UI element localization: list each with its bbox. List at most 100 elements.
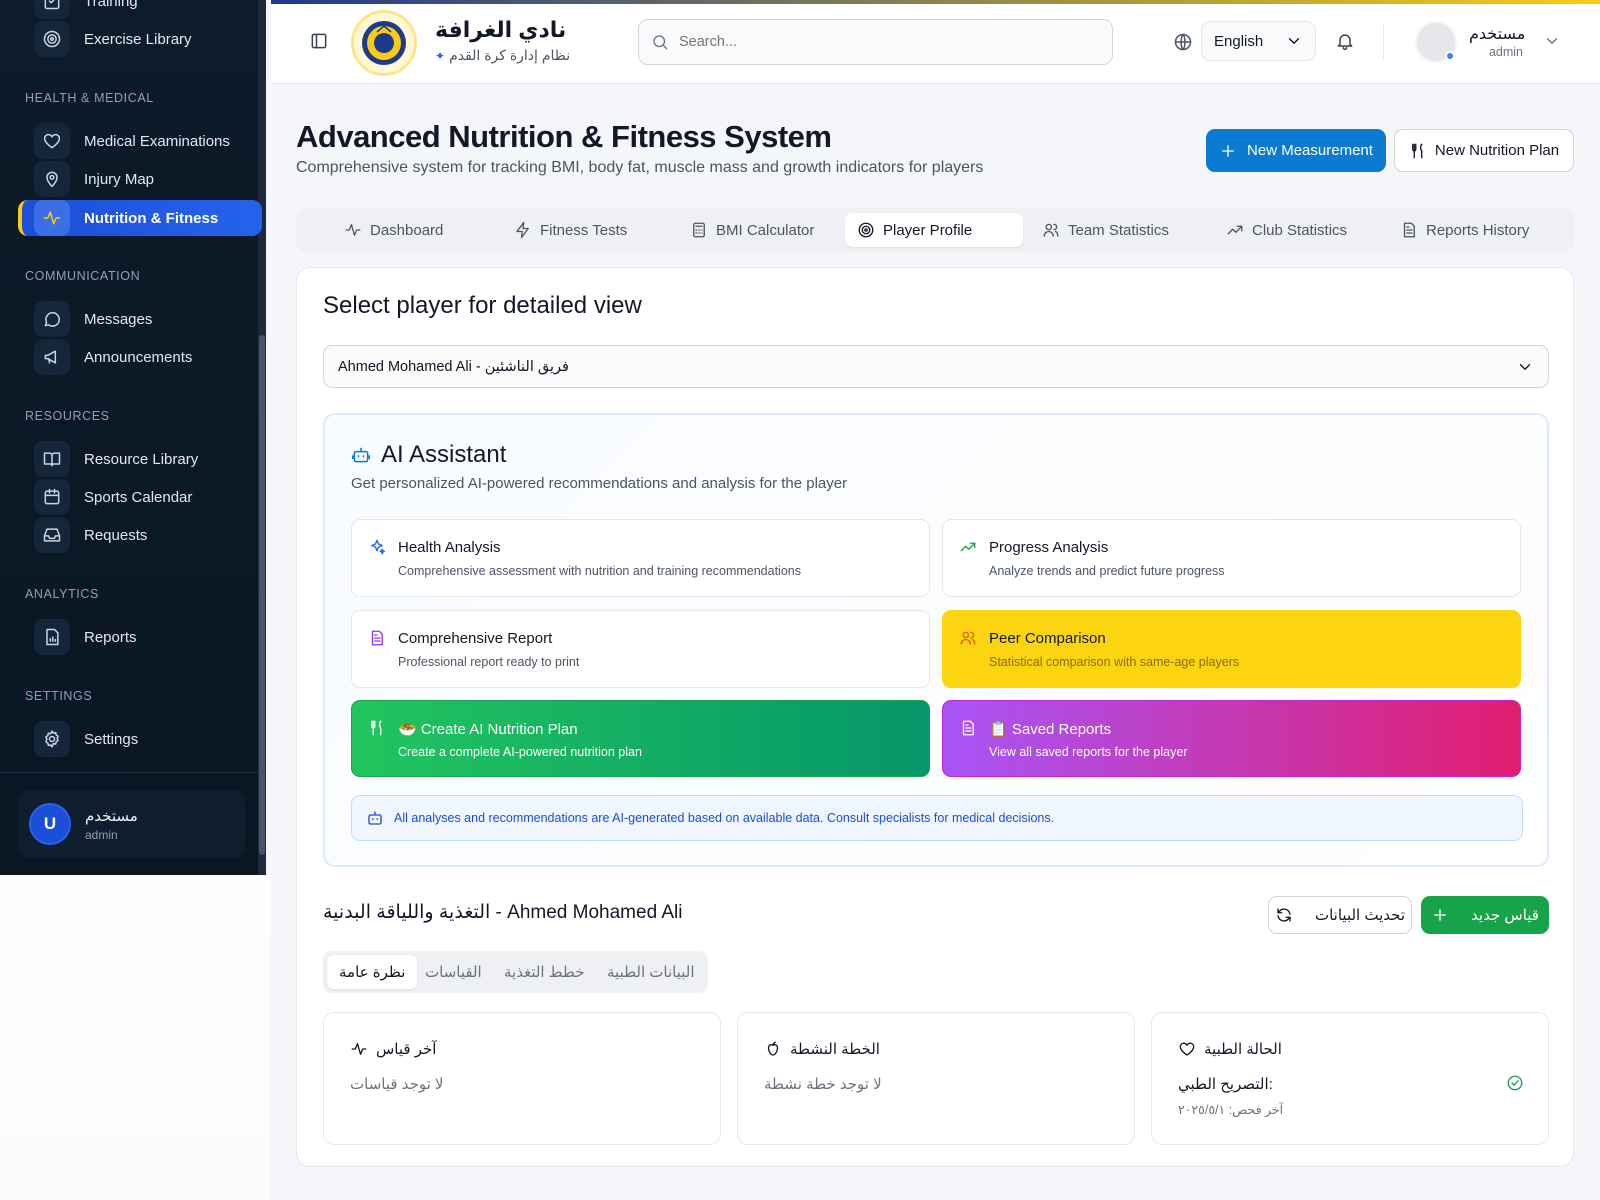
card-title: الخطة النشطة bbox=[790, 1041, 880, 1058]
heart-icon bbox=[1178, 1040, 1196, 1058]
comprehensive-report-button[interactable]: Comprehensive Report Professional report… bbox=[351, 610, 930, 688]
header-divider bbox=[1383, 24, 1384, 60]
sidebar-item-requests[interactable]: Requests bbox=[18, 517, 262, 553]
new-nutrition-plan-button[interactable]: New Nutrition Plan bbox=[1394, 129, 1574, 172]
target-icon bbox=[857, 221, 875, 239]
sidebar-item-injury-map[interactable]: Injury Map bbox=[18, 161, 262, 197]
megaphone-icon bbox=[34, 339, 70, 375]
tab-reports-history[interactable]: Reports History bbox=[1388, 213, 1541, 247]
main-content: Advanced Nutrition & Fitness System Comp… bbox=[271, 84, 1600, 1200]
header-user-name[interactable]: مستخدم bbox=[1469, 24, 1525, 44]
tab-dashboard[interactable]: Dashboard bbox=[332, 213, 455, 247]
search-input[interactable] bbox=[679, 34, 1079, 50]
tile-description: Statistical comparison with same-age pla… bbox=[989, 655, 1240, 669]
sidebar-item-settings[interactable]: Settings bbox=[18, 721, 262, 757]
language-select[interactable]: English bbox=[1201, 21, 1316, 61]
new-measurement-ar-button[interactable]: قياس جديد bbox=[1421, 896, 1549, 934]
activity-icon bbox=[34, 200, 70, 236]
sidebar-item-announcements[interactable]: Announcements bbox=[18, 339, 262, 375]
map-pin-icon bbox=[34, 161, 70, 197]
tab-label: Dashboard bbox=[370, 221, 444, 239]
plus-icon bbox=[1219, 142, 1237, 160]
refresh-data-button[interactable]: تحديث البيانات bbox=[1268, 896, 1412, 934]
chevron-down-icon[interactable] bbox=[1543, 32, 1561, 50]
bot-icon bbox=[366, 809, 384, 827]
sidebar-section-resources: RESOURCES bbox=[25, 409, 110, 423]
calendar-icon bbox=[34, 479, 70, 515]
tile-title: 📋 Saved Reports bbox=[989, 721, 1112, 738]
globe-icon bbox=[1173, 32, 1193, 52]
top-header: نادي الغرافة ✦ نظام إدارة كرة القدم Engl… bbox=[271, 0, 1600, 84]
subtab-overview[interactable]: نظرة عامة bbox=[327, 955, 418, 989]
tab-team-statistics[interactable]: Team Statistics bbox=[1030, 213, 1181, 247]
sidebar-user-name: مستخدم bbox=[85, 807, 138, 825]
bell-icon[interactable] bbox=[1335, 31, 1355, 51]
sidebar-item-resource-library[interactable]: Resource Library bbox=[18, 441, 262, 477]
card-header: آخر قياس bbox=[350, 1040, 436, 1058]
lightning-icon bbox=[514, 221, 532, 239]
card-header: الخطة النشطة bbox=[764, 1040, 880, 1058]
sidebar-item-training[interactable]: Training bbox=[18, 0, 262, 19]
sparkle-icon: ✦ bbox=[435, 48, 446, 63]
saved-reports-button[interactable]: 📋 Saved Reports View all saved reports f… bbox=[942, 700, 1521, 777]
player-profile-card: Select player for detailed view Ahmed Mo… bbox=[296, 267, 1574, 1167]
message-circle-icon bbox=[34, 301, 70, 337]
sidebar-item-reports[interactable]: Reports bbox=[18, 619, 262, 655]
search-bar[interactable] bbox=[638, 19, 1113, 65]
empty-area bbox=[0, 875, 271, 1200]
sidebar-item-messages[interactable]: Messages bbox=[18, 301, 262, 337]
tab-club-statistics[interactable]: Club Statistics bbox=[1214, 213, 1359, 247]
create-ai-nutrition-plan-button[interactable]: 🥗 Create AI Nutrition Plan Create a comp… bbox=[351, 700, 930, 777]
sidebar-scrollbar-thumb[interactable] bbox=[259, 335, 265, 855]
sidebar-section-health: HEALTH & MEDICAL bbox=[25, 91, 154, 105]
sidebar-item-label: Nutrition & Fitness bbox=[84, 209, 219, 227]
sidebar-item-sports-calendar[interactable]: Sports Calendar bbox=[18, 479, 262, 515]
chevron-down-icon bbox=[1285, 32, 1303, 50]
subtab-measurements[interactable]: القياسات bbox=[413, 955, 494, 989]
player-select[interactable]: Ahmed Mohamed Ali - فريق الناشئين bbox=[323, 345, 1549, 388]
progress-analysis-button[interactable]: Progress Analysis Analyze trends and pre… bbox=[942, 519, 1521, 597]
tile-description: Analyze trends and predict future progre… bbox=[989, 564, 1225, 578]
peer-comparison-button[interactable]: Peer Comparison Statistical comparison w… bbox=[942, 610, 1521, 688]
subtab-nutrition-plans[interactable]: خطط التغذية bbox=[492, 955, 597, 989]
ai-assistant-title: AI Assistant bbox=[351, 441, 506, 469]
check-circle-icon bbox=[1506, 1074, 1524, 1092]
sidebar-user-card[interactable]: U مستخدم admin bbox=[17, 790, 245, 858]
sidebar-divider bbox=[0, 772, 258, 773]
file-text-icon bbox=[1400, 221, 1418, 239]
sidebar-item-label: Settings bbox=[84, 730, 139, 748]
tab-bmi-calculator[interactable]: BMI Calculator bbox=[678, 213, 826, 247]
select-player-title: Select player for detailed view bbox=[323, 292, 642, 319]
sidebar-item-medical-examinations[interactable]: Medical Examinations bbox=[18, 123, 262, 159]
sidebar-item-label: Requests bbox=[84, 526, 148, 544]
sidebar-toggle-icon[interactable] bbox=[309, 31, 329, 51]
online-status-dot bbox=[1445, 51, 1455, 61]
last-measurement-card: آخر قياس لا توجد قياسات bbox=[323, 1012, 721, 1145]
tile-description: Create a complete AI-powered nutrition p… bbox=[398, 745, 642, 759]
ai-assistant-subtitle: Get personalized AI-powered recommendati… bbox=[351, 475, 848, 492]
sidebar-section-analytics: ANALYTICS bbox=[25, 587, 99, 601]
sidebar-item-label: Messages bbox=[84, 310, 153, 328]
health-analysis-button[interactable]: Health Analysis Comprehensive assessment… bbox=[351, 519, 930, 597]
sparkles-icon bbox=[368, 538, 386, 556]
card-title: الحالة الطبية bbox=[1204, 1041, 1282, 1058]
sidebar-item-label: Sports Calendar bbox=[84, 488, 193, 506]
new-measurement-label: New Measurement bbox=[1247, 142, 1373, 159]
avatar: U bbox=[29, 803, 71, 845]
tab-label: Club Statistics bbox=[1252, 221, 1348, 239]
sidebar-item-label: Reports bbox=[84, 628, 137, 646]
tab-label: Team Statistics bbox=[1068, 221, 1169, 239]
tile-description: Comprehensive assessment with nutrition … bbox=[398, 564, 801, 578]
sidebar-item-label: Resource Library bbox=[84, 450, 199, 468]
sidebar-item-label: Training bbox=[84, 0, 138, 10]
tab-player-profile[interactable]: Player Profile bbox=[845, 213, 1023, 247]
medical-status-card: الحالة الطبية التصريح الطبي: آخر فحص: ٢٠… bbox=[1151, 1012, 1549, 1145]
sidebar-item-nutrition-fitness[interactable]: Nutrition & Fitness bbox=[18, 200, 262, 236]
tab-fitness-tests[interactable]: Fitness Tests bbox=[502, 213, 639, 247]
tab-label: BMI Calculator bbox=[716, 221, 815, 239]
new-measurement-button[interactable]: New Measurement bbox=[1206, 129, 1386, 172]
plus-icon bbox=[1431, 906, 1449, 924]
subtab-medical-data[interactable]: البيانات الطبية bbox=[595, 955, 707, 989]
sidebar-item-exercise-library[interactable]: Exercise Library bbox=[18, 21, 262, 57]
gear-icon bbox=[34, 721, 70, 757]
